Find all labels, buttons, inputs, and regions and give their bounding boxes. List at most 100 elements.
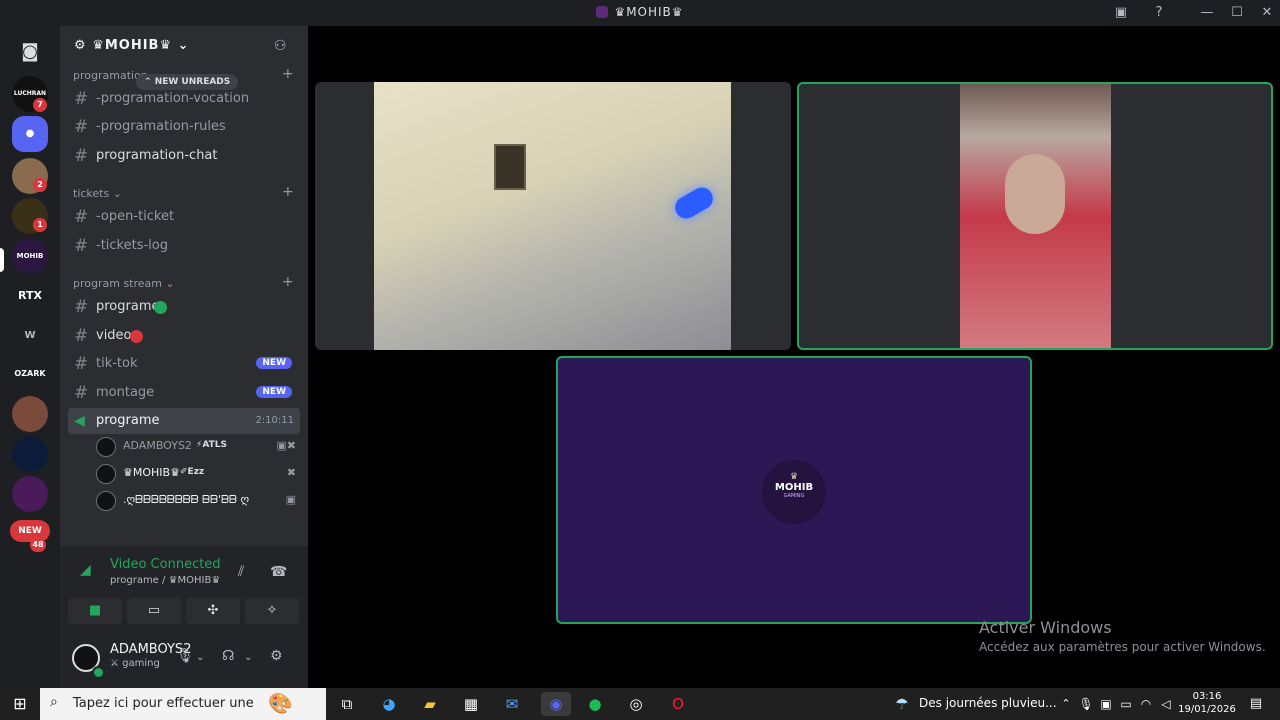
minimize-button[interactable]: — — [1198, 4, 1216, 22]
voice-member-adamboys2[interactable]: ADAMBOYS2 ⚡ATLS ▣✖ — [96, 436, 300, 458]
chevron-down-icon[interactable]: ⌄ — [244, 652, 252, 663]
channel-programation-chat[interactable]: # programation-chat — [68, 143, 300, 169]
deafen-icon: ✖ — [286, 466, 296, 479]
video-tile-3[interactable]: ♛ MOHIB GAMING — [556, 356, 1032, 624]
hash-icon: # — [74, 354, 89, 374]
settings-gear-icon[interactable]: ⚙ — [270, 648, 283, 664]
activation-watermark-text: Accédez aux paramètres pour activer Wind… — [979, 640, 1266, 654]
taskbar-search[interactable]: ⌕ Tapez ici pour effectuer une 🎨 — [40, 688, 326, 720]
camera-icon: ▣✖ — [276, 439, 296, 452]
server-icon-9[interactable] — [12, 396, 48, 432]
steam-icon[interactable]: ◎ — [624, 692, 648, 716]
channel-programation-rules[interactable]: # -programation-rules — [68, 114, 300, 140]
server-icon-11[interactable] — [12, 476, 48, 512]
disconnect-icon[interactable]: ☎ — [270, 564, 287, 580]
user-panel: ADAMBOYS2 ⚔ gaming 🎙 ⌄ ☊ ⌄ ⚙ — [60, 638, 308, 688]
system-clock[interactable]: 03:16 19/01/2026 — [1176, 690, 1238, 716]
face — [1005, 154, 1065, 234]
server-name: ⚙ ♛MOHIB♛ ⌄ — [74, 38, 190, 53]
headphones-icon[interactable]: ☊ — [222, 648, 234, 664]
weather-text[interactable]: Des journées pluvieu... — [919, 696, 1057, 710]
channel-tik-tok[interactable]: # tik-tok NEW — [68, 351, 300, 377]
hash-icon: # — [74, 146, 89, 166]
palette-icon: 🎨 — [268, 691, 293, 715]
volume-icon[interactable]: ◁ — [1154, 692, 1178, 716]
server-avatar: ♛ MOHIB GAMING — [762, 460, 826, 524]
voice-status: Video Connected — [110, 557, 221, 572]
server-list: ◙ LUCHRAN 7 ● 2 1 MOHIB RTX W OZARK NEW … — [0, 26, 60, 688]
edge-icon[interactable]: ◕ — [377, 692, 401, 716]
video-stage: ♛ MOHIB GAMING — [308, 26, 1280, 688]
title-bar: ♛MOHIB♛ ▣ ? — ☐ ✕ — [0, 0, 1280, 26]
server-icon-w[interactable]: W — [12, 318, 48, 354]
channel-programation-vocation[interactable]: # -programation-vocation — [68, 86, 300, 112]
server-icon-ozark[interactable]: OZARK — [12, 356, 48, 392]
avatar — [96, 437, 116, 457]
notifications-icon[interactable]: ▤ — [1244, 692, 1268, 716]
voice-member-mohib[interactable]: ♛MOHIB♛ ✐Ezz ✖ — [96, 463, 300, 485]
server-icon-rtx[interactable]: RTX — [12, 278, 48, 314]
new-unreads-pill[interactable]: NEW — [10, 520, 50, 542]
inbox-icon[interactable]: ▣ — [1112, 4, 1130, 22]
opera-icon[interactable]: O — [666, 692, 690, 716]
camera-feed — [960, 84, 1111, 348]
selected-server-pip — [0, 248, 4, 272]
activities-button[interactable]: ✣ — [186, 598, 240, 624]
avatar — [96, 464, 116, 484]
close-button[interactable]: ✕ — [1258, 4, 1276, 22]
category-program-stream[interactable]: program stream ⌄ — [73, 277, 175, 290]
windows-start-icon[interactable]: ⊞ — [8, 692, 32, 716]
avatar — [96, 491, 116, 511]
call-timer: 2:10:11 — [255, 415, 294, 426]
red-circle-icon — [130, 330, 143, 343]
channel-programe[interactable]: # programe — [68, 294, 300, 320]
file-explorer-icon[interactable]: ▰ — [418, 692, 442, 716]
mention-count-badge: 48 — [30, 538, 46, 552]
channel-video[interactable]: # video — [68, 323, 300, 349]
add-channel-icon[interactable]: + — [282, 274, 294, 290]
chevron-down-icon[interactable]: ⌄ — [196, 652, 204, 663]
green-circle-icon — [154, 301, 167, 314]
camera-icon: ▣ — [285, 493, 296, 506]
noise-suppression-icon[interactable]: ⫽ — [238, 564, 244, 580]
weather-icon[interactable]: ☂ — [890, 692, 914, 716]
camera-feed — [374, 82, 731, 350]
server-icon-10[interactable] — [12, 436, 48, 472]
video-tile-1[interactable] — [315, 82, 791, 350]
new-badge: NEW — [256, 386, 292, 398]
channel-open-ticket[interactable]: # -open-ticket — [68, 204, 300, 230]
discord-home-icon[interactable]: ◙ — [12, 34, 48, 70]
hash-icon: # — [74, 297, 89, 317]
maximize-button[interactable]: ☐ — [1228, 4, 1246, 22]
task-view-icon[interactable]: ⧉ — [335, 692, 359, 716]
video-tile-2[interactable] — [797, 82, 1273, 350]
add-channel-icon[interactable]: + — [282, 184, 294, 200]
member-tag: ✐Ezz — [180, 467, 205, 477]
server-icon-2[interactable]: ● — [12, 116, 48, 152]
soundboard-button[interactable]: ✧ — [245, 598, 299, 624]
screen-share-button[interactable]: ▭ — [127, 598, 181, 624]
server-header[interactable]: ⚙ ♛MOHIB♛ ⌄ ⚇ — [60, 26, 308, 68]
voice-member-3[interactable]: .ღᗷᗷᗷᗷᗷᗷᗷᗷ ᗷᗷ'ᗷᗷ ღ ▣ — [96, 490, 300, 512]
activation-watermark-title: Activer Windows — [979, 618, 1112, 637]
channel-montage[interactable]: # montage NEW — [68, 380, 300, 406]
category-tickets[interactable]: tickets ⌄ — [73, 187, 122, 200]
hash-icon: # — [74, 236, 89, 256]
invite-icon[interactable]: ⚇ — [274, 38, 287, 54]
server-icon-mohib[interactable]: MOHIB — [12, 238, 48, 274]
voice-location[interactable]: programe / ♛MOHIB♛ — [110, 575, 220, 586]
unread-badge: 7 — [33, 98, 47, 112]
window-title: ♛MOHIB♛ — [0, 5, 1280, 19]
voice-channel-programe[interactable]: ◀ programe 2:10:11 — [68, 408, 300, 434]
wall-frame — [494, 144, 526, 190]
help-icon[interactable]: ? — [1150, 4, 1168, 22]
discord-taskbar-icon[interactable]: ◉ — [541, 692, 571, 716]
mail-icon[interactable]: ✉ — [500, 692, 524, 716]
camera-button[interactable]: ■ — [68, 598, 122, 624]
spotify-icon[interactable]: ● — [583, 692, 607, 716]
store-icon[interactable]: ▦ — [459, 692, 483, 716]
add-channel-icon[interactable]: + — [282, 66, 294, 82]
signal-icon[interactable]: ◢ — [80, 562, 91, 578]
channel-tickets-log[interactable]: # -tickets-log — [68, 233, 300, 259]
microphone-icon[interactable]: 🎙 — [176, 648, 194, 664]
